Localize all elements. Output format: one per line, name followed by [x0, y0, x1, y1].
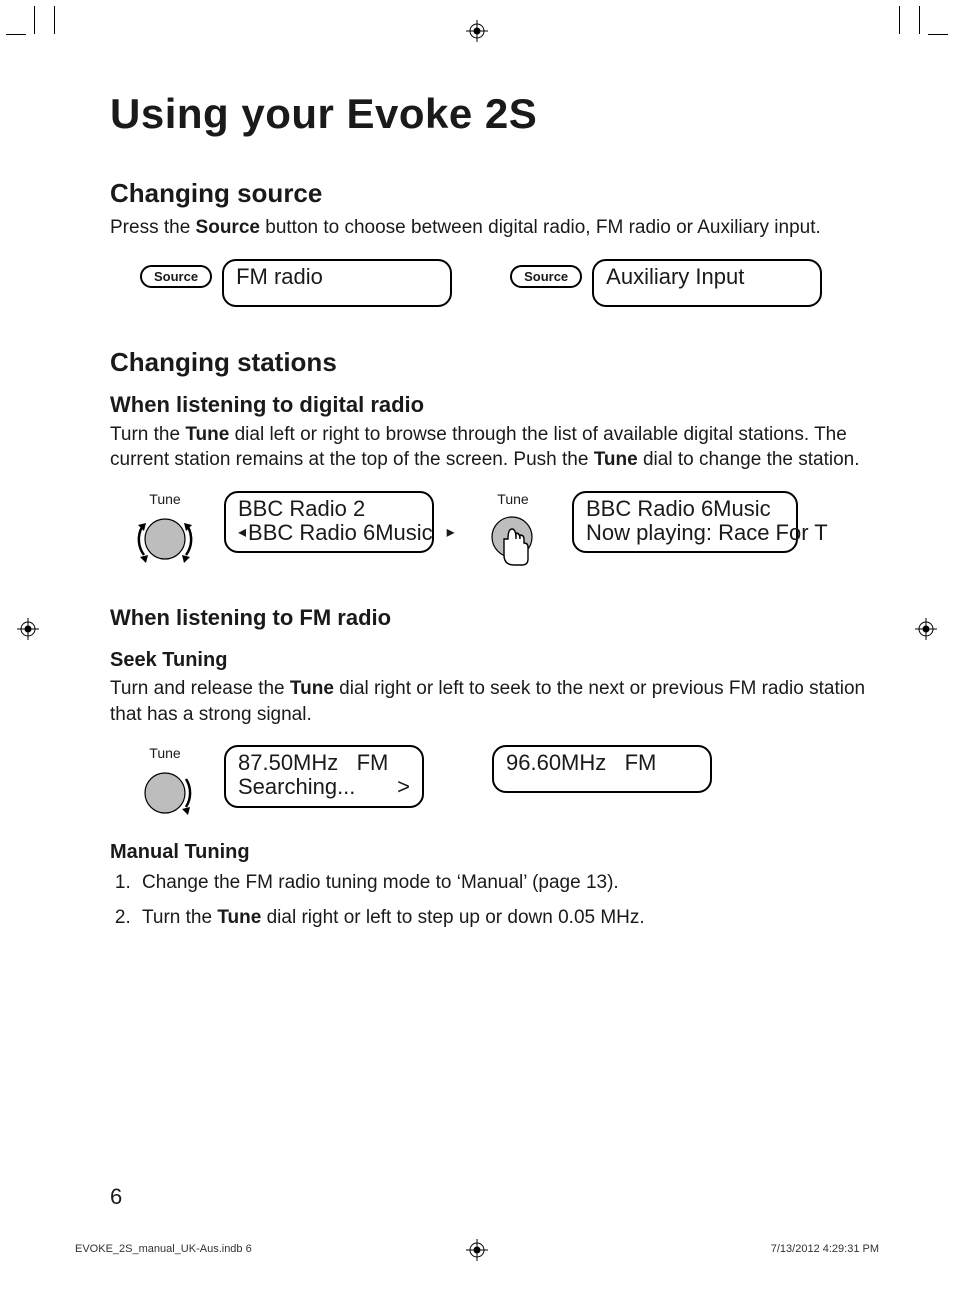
lcd-line: FM radio: [236, 265, 438, 289]
lcd-line: BBC Radio 6Music: [586, 497, 784, 521]
section-changing-source: Changing source: [110, 178, 870, 209]
footer-timestamp: 7/13/2012 4:29:31 PM: [771, 1243, 879, 1255]
registration-mark-icon: [17, 618, 39, 640]
list-item: Turn the Tune dial right or left to step…: [136, 903, 870, 933]
text-bold: Tune: [217, 907, 261, 928]
dial-label: Tune: [149, 745, 180, 761]
text: Turn the: [110, 424, 185, 445]
registration-mark-icon: [466, 20, 488, 42]
lcd-line: 87.50MHz FM: [238, 751, 410, 775]
text: button to choose between digital radio, …: [260, 217, 821, 238]
lcd-line: 96.60MHz FM: [506, 751, 698, 775]
lcd-line: BBC Radio 6Music: [238, 521, 420, 545]
subsection-digital: When listening to digital radio: [110, 392, 870, 418]
source-button-icon: Source: [140, 265, 212, 288]
lcd-display: Auxiliary Input: [592, 259, 822, 307]
text-bold: Source: [196, 217, 260, 238]
subsub-seek: Seek Tuning: [110, 649, 870, 672]
lcd-display: BBC Radio 6Music Now playing: Race For T: [572, 491, 798, 553]
text-bold: Tune: [185, 424, 229, 445]
page-title: Using your Evoke 2S: [110, 90, 870, 138]
dial-label: Tune: [497, 491, 528, 507]
section-changing-stations: Changing stations: [110, 347, 870, 378]
registration-mark-icon: [466, 1239, 488, 1261]
paragraph: Turn the Tune dial left or right to brow…: [110, 422, 870, 473]
lcd-line: Auxiliary Input: [606, 265, 808, 289]
manual-page: Using your Evoke 2S Changing source Pres…: [0, 0, 954, 1305]
text-bold: Tune: [594, 449, 638, 470]
paragraph: Press the Source button to choose betwee…: [110, 215, 870, 241]
subsection-fm: When listening to FM radio: [110, 605, 870, 631]
paragraph: Turn and release the Tune dial right or …: [110, 676, 870, 727]
lcd-display: FM radio: [222, 259, 452, 307]
lcd-display: 96.60MHz FM: [492, 745, 712, 793]
tune-dial-release-icon: Tune: [120, 745, 210, 823]
page-content: Using your Evoke 2S Changing source Pres…: [110, 90, 870, 937]
crop-mark: [6, 34, 26, 35]
text: dial to change the station.: [638, 449, 860, 470]
list-item: Change the FM radio tuning mode to ‘Manu…: [136, 868, 870, 898]
registration-mark-icon: [915, 618, 937, 640]
text-bold: Tune: [290, 678, 334, 699]
lcd-line: BBC Radio 2: [238, 497, 420, 521]
tune-dial-turn-icon: Tune: [120, 491, 210, 569]
lcd-display: 87.50MHz FM Searching...: [224, 745, 424, 807]
tune-dial-push-icon: Tune: [468, 491, 558, 575]
dial-label: Tune: [149, 491, 180, 507]
text: Press the: [110, 217, 196, 238]
subsub-manual: Manual Tuning: [110, 841, 870, 864]
lcd-text: BBC Radio 6Music: [248, 521, 433, 545]
source-example-aux: Source Auxiliary Input: [510, 259, 822, 307]
text: Turn and release the: [110, 678, 290, 699]
crop-mark: [928, 34, 948, 35]
crop-mark: [919, 6, 920, 34]
lcd-line: Searching...: [238, 775, 410, 799]
crop-mark: [899, 6, 900, 34]
steps-list: Change the FM radio tuning mode to ‘Manu…: [110, 868, 870, 933]
lcd-text: Searching...: [238, 775, 355, 799]
source-example-fm: Source FM radio: [140, 259, 452, 307]
text: dial right or left to step up or down 0.…: [261, 907, 644, 928]
lcd-display: BBC Radio 2 BBC Radio 6Music: [224, 491, 434, 553]
text: Change the FM radio tuning mode to ‘Manu…: [142, 872, 619, 893]
lcd-line: Now playing: Race For T: [586, 521, 784, 545]
text: Turn the: [142, 907, 217, 928]
crop-mark: [34, 6, 35, 34]
footer-file: EVOKE_2S_manual_UK-Aus.indb 6: [75, 1243, 252, 1255]
crop-mark: [54, 6, 55, 34]
page-number: 6: [110, 1184, 122, 1210]
source-button-icon: Source: [510, 265, 582, 288]
